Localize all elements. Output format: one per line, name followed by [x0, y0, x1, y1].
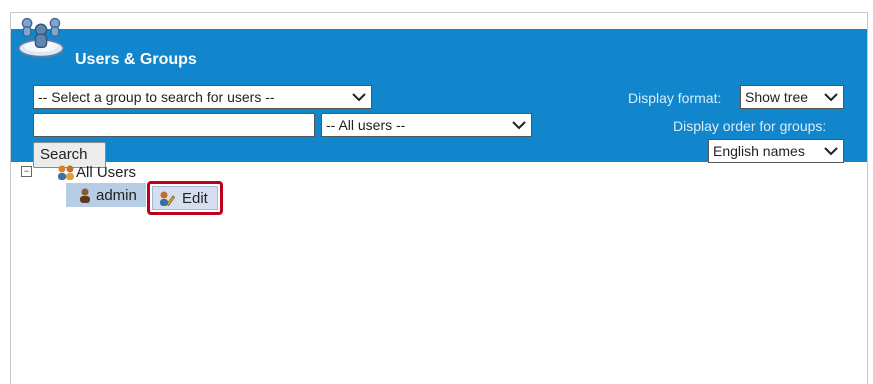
group-select[interactable]: -- Select a group to search for users --: [33, 85, 372, 109]
users-select[interactable]: -- All users --: [321, 113, 532, 137]
search-input[interactable]: [33, 113, 315, 137]
chevron-down-icon: [824, 147, 838, 156]
group-users-icon: [58, 165, 74, 180]
display-format-value: Show tree: [745, 89, 809, 105]
panel-header: Users & Groups -- Select a group to sear…: [11, 29, 867, 168]
chevron-down-icon: [352, 93, 366, 102]
chevron-down-icon: [824, 93, 838, 102]
tree-collapse-toggle[interactable]: −: [21, 166, 32, 177]
display-order-select[interactable]: English names: [708, 139, 844, 163]
group-select-value: -- Select a group to search for users --: [38, 89, 275, 105]
display-format-label: Display format:: [628, 90, 722, 106]
tree-item-admin[interactable]: admin: [96, 187, 137, 204]
user-icon: [80, 188, 90, 203]
edit-button-label: Edit: [182, 190, 208, 207]
users-groups-logo-icon: [17, 17, 65, 58]
display-order-value: English names: [713, 143, 805, 159]
chevron-down-icon: [512, 121, 526, 130]
panel-title: Users & Groups: [75, 51, 197, 68]
tree-root-all-users[interactable]: All Users: [76, 164, 136, 181]
users-select-value: -- All users --: [326, 117, 406, 133]
edit-user-icon: [160, 191, 175, 207]
edit-button[interactable]: Edit: [152, 186, 218, 210]
display-order-label: Display order for groups:: [673, 118, 827, 134]
display-format-select[interactable]: Show tree: [740, 85, 844, 109]
